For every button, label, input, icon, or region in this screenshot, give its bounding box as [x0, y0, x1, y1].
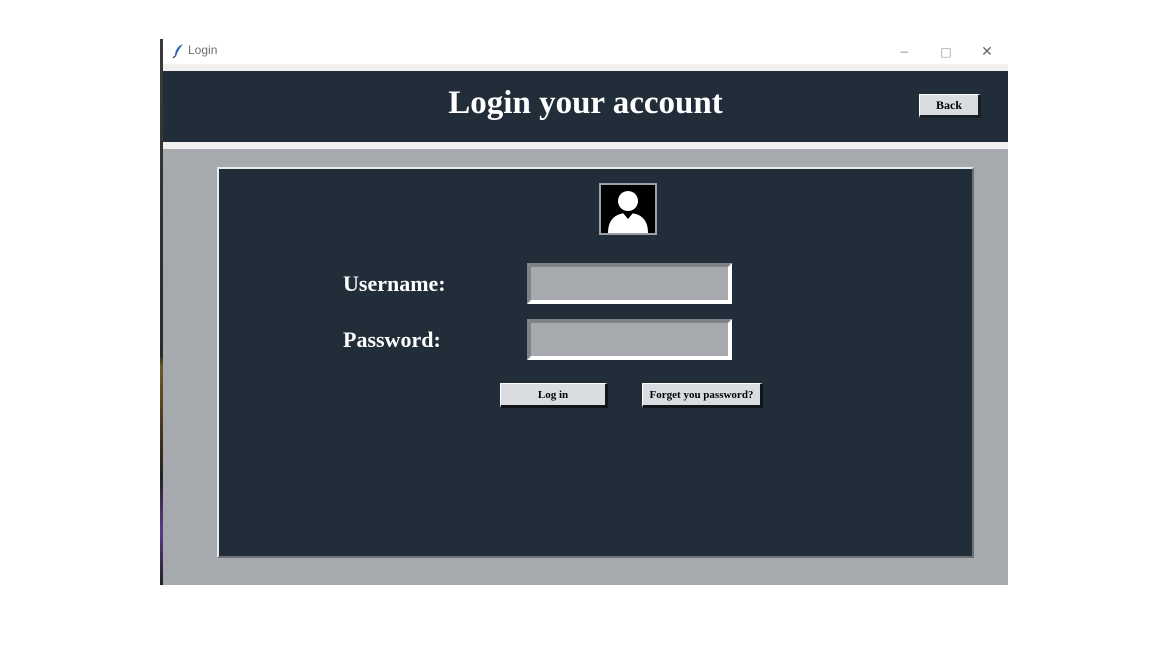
minimize-button[interactable]: −	[883, 39, 925, 64]
back-button[interactable]: Back	[919, 94, 981, 118]
login-window: Login − □ ✕ Login your account Back User…	[163, 39, 1008, 585]
username-input[interactable]	[527, 263, 732, 304]
username-label: Username:	[343, 271, 446, 296]
page-title: Login your account	[448, 85, 723, 121]
password-input[interactable]	[527, 319, 732, 360]
user-avatar-icon	[599, 183, 657, 235]
feather-icon	[172, 43, 186, 59]
header-divider	[163, 142, 1008, 149]
login-panel: Username: Password: Log in Forget you pa…	[217, 167, 974, 558]
maximize-button[interactable]: □	[925, 39, 967, 64]
window-title: Login	[188, 43, 218, 57]
login-button[interactable]: Log in	[500, 383, 608, 408]
password-label: Password:	[343, 327, 441, 352]
header-bar: Login your account Back	[163, 71, 1008, 142]
close-button[interactable]: ✕	[966, 39, 1008, 64]
forgot-password-button[interactable]: Forget you password?	[642, 383, 763, 408]
title-bar[interactable]: Login − □ ✕	[163, 39, 1008, 64]
menu-separator	[163, 64, 1008, 71]
